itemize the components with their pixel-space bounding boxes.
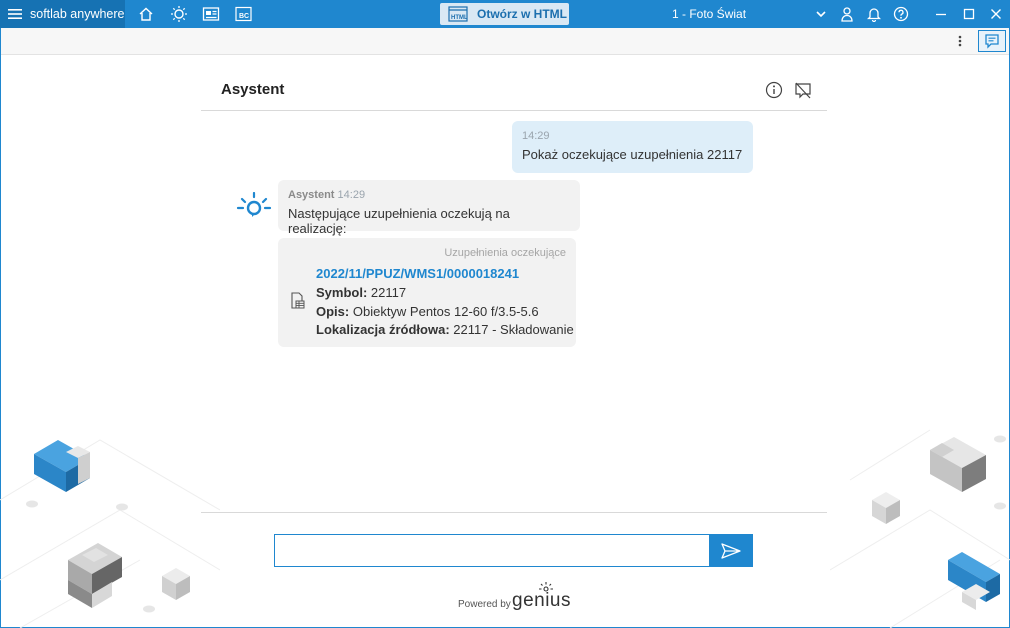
send-button[interactable] [709, 534, 753, 567]
location-label: Lokalizacja źródłowa: [316, 322, 450, 337]
close-chat-icon[interactable] [794, 81, 812, 99]
more-options-icon[interactable] [952, 32, 968, 50]
description-value: Obiektyw Pentos 12-60 f/3.5-5.6 [352, 304, 539, 319]
decorative-cubes-left [0, 439, 220, 628]
assistant-message-text: Następujące uzupełnienia oczekują na rea… [288, 206, 510, 236]
message-input[interactable] [274, 534, 710, 567]
open-html-button[interactable]: HTML Otwórz w HTML [440, 3, 569, 25]
symbol-label: Symbol: [316, 285, 368, 300]
genius-logo-text: genius [512, 590, 571, 611]
location-value: 22117 - Składowanie [453, 322, 574, 337]
user-message-text: Pokaż oczekujące uzupełnienia 22117 [522, 147, 743, 162]
title-bar: softlab anywhere BC HTML Otwórz w HTML 1… [0, 0, 1010, 28]
panel-title: Asystent [221, 81, 285, 98]
symbol-value: 22117 [370, 285, 407, 300]
html-badge-text: HTML [451, 15, 468, 21]
chat-toggle-button[interactable] [978, 30, 1006, 52]
card-symbol-row: Symbol: 22117 [316, 285, 406, 300]
description-label: Opis: [316, 304, 350, 319]
chevron-down-icon[interactable] [814, 0, 828, 28]
document-link[interactable]: 2022/11/PPUZ/WMS1/0000018241 [316, 266, 519, 281]
secondary-toolbar [0, 28, 1010, 55]
chat-icon [985, 34, 999, 49]
close-icon[interactable] [988, 0, 1004, 28]
maximize-icon[interactable] [961, 0, 977, 28]
decorative-cubes-right [830, 429, 1010, 628]
minimize-icon[interactable] [933, 0, 949, 28]
result-card: Uzupełnienia oczekujące 2022/11/PPUZ/WMS… [278, 238, 576, 347]
header-divider [201, 110, 827, 111]
bc-badge-text: BC [239, 13, 249, 20]
assistant-message-bubble: Asystent 14:29 Następujące uzupełnienia … [278, 180, 580, 236]
bell-icon[interactable] [866, 0, 882, 28]
genius-logo-icon [539, 582, 553, 592]
document-icon [290, 292, 306, 315]
assistant-sender: Asystent [288, 189, 335, 201]
user-message-bubble: 14:29 Pokaż oczekujące uzupełnienia 2211… [512, 121, 753, 173]
input-divider [201, 512, 827, 513]
news-icon[interactable] [202, 0, 220, 28]
powered-by-label: Powered by [458, 599, 511, 610]
message-time: 14:29 [522, 130, 550, 142]
card-description-row: Opis: Obiektyw Pentos 12-60 f/3.5-5.6 [316, 304, 539, 319]
company-selector-label[interactable]: 1 - Foto Świat [672, 0, 746, 28]
user-icon[interactable] [839, 0, 855, 28]
html-file-icon: HTML [448, 6, 468, 22]
genius-logo: genius [512, 590, 571, 612]
card-header: Uzupełnienia oczekujące [444, 247, 566, 259]
home-icon[interactable] [137, 0, 155, 28]
info-icon[interactable] [765, 81, 783, 99]
app-brand: softlab anywhere [30, 7, 125, 21]
menu-icon[interactable] [6, 0, 24, 28]
lightbulb-icon[interactable] [170, 0, 188, 28]
card-location-row: Lokalizacja źródłowa: 22117 - Składowani… [316, 322, 574, 337]
assistant-avatar-icon [236, 191, 272, 222]
open-html-label: Otwórz w HTML [477, 7, 567, 21]
message-time: 14:29 [337, 189, 366, 201]
help-icon[interactable] [893, 0, 909, 28]
bc-icon[interactable]: BC [234, 0, 252, 28]
send-icon [721, 542, 741, 559]
